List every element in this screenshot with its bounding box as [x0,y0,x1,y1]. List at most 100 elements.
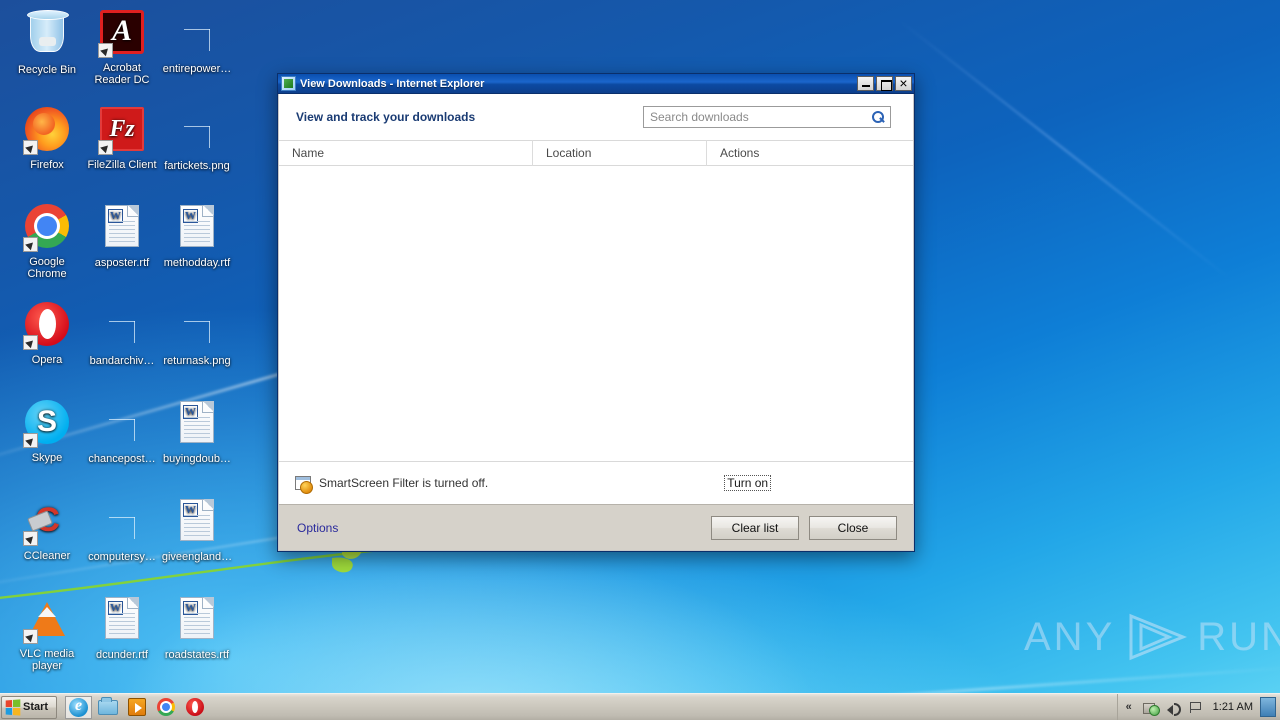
chrome-icon [23,204,71,252]
search-icon[interactable] [868,107,890,127]
desktop-icon-label: Google Chrome [27,256,67,280]
tray-clock[interactable]: 1:21 AM [1206,701,1260,713]
desktop-icon-opera[interactable]: Opera [10,300,84,366]
doc-icon: W [173,597,221,645]
shortcut-arrow-icon [23,237,38,252]
shortcut-arrow-icon [98,140,113,155]
smartscreen-warning-icon [295,476,313,494]
search-input[interactable] [644,107,868,127]
taskbar-windows-explorer[interactable] [94,696,121,719]
desktop-icon-entirepower[interactable]: entirepower… [160,8,234,75]
doc-icon: W [173,205,221,253]
taskbar-media-player[interactable] [123,696,150,719]
column-header-location[interactable]: Location [532,140,706,166]
taskbar-windows-explorer-icon [97,696,118,715]
options-link[interactable]: Options [297,521,338,535]
shortcut-arrow-icon [23,335,38,350]
anyrun-play-triangle-icon [1125,612,1188,662]
desktop-icon-filezilla-client[interactable]: FileZilla Client [85,105,159,171]
desktop-icon-label: Firefox [30,159,64,171]
taskbar-opera[interactable] [181,696,208,719]
taskbar-google-chrome-icon [156,698,175,716]
smartscreen-turn-on-link[interactable]: Turn on [724,475,772,491]
window-body: View and track your downloads Name Locat… [278,94,914,551]
desktop-icon-label: Acrobat Reader DC [94,62,150,86]
desktop-icon-firefox[interactable]: Firefox [10,105,84,171]
window-title: View Downloads - Internet Explorer [300,77,485,90]
png-icon [173,11,221,59]
desktop-icon-google-chrome[interactable]: Google Chrome [10,202,84,280]
turn-on-wrapper: Turn on [724,474,772,492]
desktop-icon-asposter-rtf[interactable]: Wasposter.rtf [85,202,159,269]
clear-list-button[interactable]: Clear list [711,515,799,540]
downloads-header: View and track your downloads [279,94,913,140]
chevron-up-icon: « [1125,701,1132,713]
tray-network-icon[interactable] [1141,697,1161,717]
png-icon [98,499,146,547]
doc-icon: W [98,205,146,253]
column-header-name[interactable]: Name [279,140,532,166]
desktop-icon-dcunder-rtf[interactable]: Wdcunder.rtf [85,594,159,661]
taskbar-internet-explorer[interactable] [65,695,92,719]
search-downloads-box[interactable] [643,106,891,128]
opera-icon [23,302,71,350]
desktop-icon-label: computersy… [88,551,156,563]
desktop-icon-methodday-rtf[interactable]: Wmethodday.rtf [160,202,234,269]
desktop-icon-grid: Recycle Bin Acrobat Reader DC entirepower…… [0,0,280,690]
desktop-icon-fartickets-png[interactable]: fartickets.png [160,105,234,172]
taskbar-opera-icon [185,698,204,716]
desktop-icon-skype[interactable]: Skype [10,398,84,464]
firefox-icon [23,107,71,155]
shortcut-arrow-icon [23,629,38,644]
desktop-icon-vlc-media-player[interactable]: VLC media player [10,594,84,672]
desktop-icon-acrobat-reader-dc[interactable]: Acrobat Reader DC [85,8,159,86]
desktop[interactable]: Recycle Bin Acrobat Reader DC entirepower…… [0,0,1280,720]
smartscreen-message: SmartScreen Filter is turned off. [319,476,489,490]
desktop-icon-label: fartickets.png [164,160,230,172]
desktop-icon-returnask-png[interactable]: returnask.png [160,300,234,367]
desktop-icon-roadstates-rtf[interactable]: Wroadstates.rtf [160,594,234,661]
desktop-icon-label: buyingdoub… [163,453,231,465]
desktop-icon-label: Recycle Bin [17,64,77,76]
png-icon [173,303,221,351]
anyrun-text-right: RUN [1197,614,1280,659]
desktop-icon-label: Opera [31,354,63,366]
taskbar-google-chrome[interactable] [152,696,179,719]
column-header-actions[interactable]: Actions [706,140,913,166]
desktop-icon-label: dcunder.rtf [96,649,148,661]
desktop-icon-recycle-bin[interactable]: Recycle Bin [10,8,84,76]
show-desktop-button[interactable] [1260,697,1276,717]
close-window-button[interactable] [895,75,912,91]
desktop-icon-label: methodday.rtf [163,257,231,269]
tray-action-center-flag-icon[interactable] [1185,697,1205,717]
quick-launch-bar [63,695,208,719]
desktop-icon-bandarchiv[interactable]: bandarchiv… [85,300,159,367]
desktop-icon-giveengland[interactable]: Wgiveengland… [160,496,234,563]
tray-show-hidden-icons-button[interactable]: « [1119,697,1139,717]
maximize-button[interactable] [876,76,893,91]
recycle-icon [23,10,71,60]
downloads-list[interactable] [279,166,913,461]
doc-icon: W [173,401,221,449]
close-button[interactable]: Close [809,515,897,540]
minimize-button[interactable] [857,76,874,91]
desktop-icon-ccleaner[interactable]: CCleaner [10,496,84,562]
desktop-icon-label: CCleaner [23,550,71,562]
desktop-icon-chancepost[interactable]: chancepost… [85,398,159,465]
downloads-column-headers: Name Location Actions [279,140,913,166]
view-downloads-window[interactable]: View Downloads - Internet Explorer View … [277,73,915,552]
window-titlebar[interactable]: View Downloads - Internet Explorer [278,74,914,94]
start-button[interactable]: Start [1,695,57,719]
desktop-icon-buyingdoub[interactable]: Wbuyingdoub… [160,398,234,465]
png-icon [98,401,146,449]
shortcut-arrow-icon [23,433,38,448]
tray-volume-icon[interactable] [1163,697,1183,717]
shortcut-arrow-icon [23,531,38,546]
desktop-icon-computersy[interactable]: computersy… [85,496,159,563]
taskbar[interactable]: Start « 1:21 AM [0,693,1280,720]
shortcut-arrow-icon [98,43,113,58]
taskbar-internet-explorer-icon [69,697,88,717]
start-button-label: Start [23,701,49,713]
vlc-icon [23,596,71,644]
acrobat-icon [98,10,146,58]
